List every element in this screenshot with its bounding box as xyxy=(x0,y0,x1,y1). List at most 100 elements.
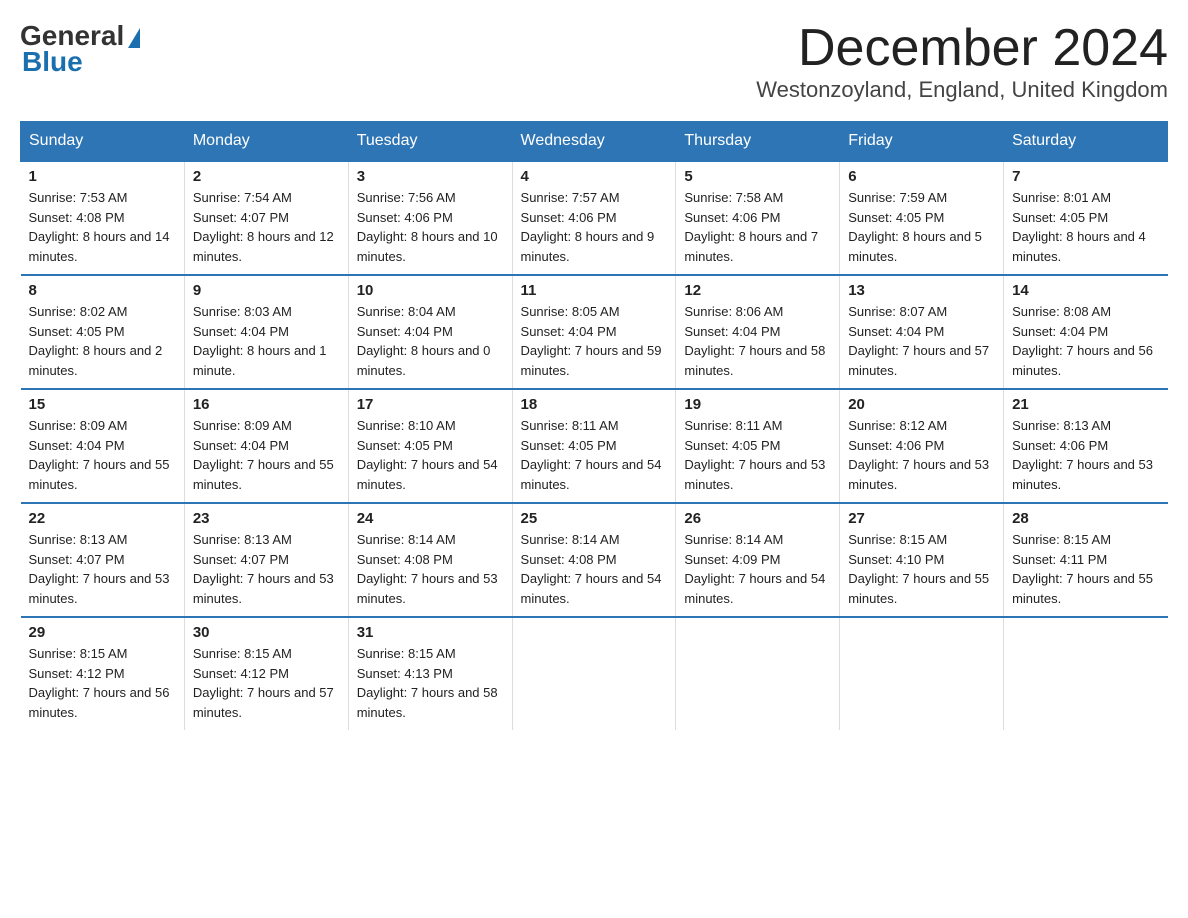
logo-blue-text: Blue xyxy=(22,46,83,78)
logo-triangle-icon xyxy=(128,28,140,48)
calendar-cell: 27 Sunrise: 8:15 AM Sunset: 4:10 PM Dayl… xyxy=(840,503,1004,617)
day-info: Sunrise: 8:15 AM Sunset: 4:12 PM Dayligh… xyxy=(193,644,340,722)
calendar-cell: 25 Sunrise: 8:14 AM Sunset: 4:08 PM Dayl… xyxy=(512,503,676,617)
calendar-cell: 30 Sunrise: 8:15 AM Sunset: 4:12 PM Dayl… xyxy=(184,617,348,730)
calendar-week-row-1: 1 Sunrise: 7:53 AM Sunset: 4:08 PM Dayli… xyxy=(21,161,1168,275)
calendar-cell: 2 Sunrise: 7:54 AM Sunset: 4:07 PM Dayli… xyxy=(184,161,348,275)
day-number: 19 xyxy=(684,396,831,413)
day-number: 17 xyxy=(357,396,504,413)
day-number: 23 xyxy=(193,510,340,527)
day-number: 25 xyxy=(521,510,668,527)
day-info: Sunrise: 7:56 AM Sunset: 4:06 PM Dayligh… xyxy=(357,188,504,266)
calendar-cell xyxy=(512,617,676,730)
day-info: Sunrise: 8:13 AM Sunset: 4:07 PM Dayligh… xyxy=(193,530,340,608)
day-number: 14 xyxy=(1012,282,1159,299)
day-number: 1 xyxy=(29,168,176,185)
calendar-cell: 17 Sunrise: 8:10 AM Sunset: 4:05 PM Dayl… xyxy=(348,389,512,503)
day-info: Sunrise: 8:09 AM Sunset: 4:04 PM Dayligh… xyxy=(29,416,176,494)
logo: General Blue xyxy=(20,20,140,78)
calendar-cell: 7 Sunrise: 8:01 AM Sunset: 4:05 PM Dayli… xyxy=(1004,161,1168,275)
calendar-cell: 12 Sunrise: 8:06 AM Sunset: 4:04 PM Dayl… xyxy=(676,275,840,389)
calendar-cell: 9 Sunrise: 8:03 AM Sunset: 4:04 PM Dayli… xyxy=(184,275,348,389)
col-tuesday: Tuesday xyxy=(348,122,512,162)
calendar-cell xyxy=(676,617,840,730)
day-number: 20 xyxy=(848,396,995,413)
calendar-cell: 26 Sunrise: 8:14 AM Sunset: 4:09 PM Dayl… xyxy=(676,503,840,617)
day-info: Sunrise: 8:04 AM Sunset: 4:04 PM Dayligh… xyxy=(357,302,504,380)
calendar-cell: 15 Sunrise: 8:09 AM Sunset: 4:04 PM Dayl… xyxy=(21,389,185,503)
day-number: 6 xyxy=(848,168,995,185)
col-sunday: Sunday xyxy=(21,122,185,162)
day-number: 10 xyxy=(357,282,504,299)
day-info: Sunrise: 8:14 AM Sunset: 4:09 PM Dayligh… xyxy=(684,530,831,608)
day-number: 22 xyxy=(29,510,176,527)
location-subtitle: Westonzoyland, England, United Kingdom xyxy=(756,77,1168,103)
calendar-cell: 16 Sunrise: 8:09 AM Sunset: 4:04 PM Dayl… xyxy=(184,389,348,503)
col-monday: Monday xyxy=(184,122,348,162)
day-number: 21 xyxy=(1012,396,1159,413)
day-info: Sunrise: 8:15 AM Sunset: 4:10 PM Dayligh… xyxy=(848,530,995,608)
day-info: Sunrise: 8:15 AM Sunset: 4:12 PM Dayligh… xyxy=(29,644,176,722)
calendar-cell: 3 Sunrise: 7:56 AM Sunset: 4:06 PM Dayli… xyxy=(348,161,512,275)
col-wednesday: Wednesday xyxy=(512,122,676,162)
day-info: Sunrise: 8:12 AM Sunset: 4:06 PM Dayligh… xyxy=(848,416,995,494)
day-info: Sunrise: 8:14 AM Sunset: 4:08 PM Dayligh… xyxy=(521,530,668,608)
calendar-cell: 22 Sunrise: 8:13 AM Sunset: 4:07 PM Dayl… xyxy=(21,503,185,617)
day-number: 2 xyxy=(193,168,340,185)
title-area: December 2024 Westonzoyland, England, Un… xyxy=(756,20,1168,103)
day-number: 3 xyxy=(357,168,504,185)
day-number: 9 xyxy=(193,282,340,299)
day-info: Sunrise: 7:59 AM Sunset: 4:05 PM Dayligh… xyxy=(848,188,995,266)
day-number: 11 xyxy=(521,282,668,299)
calendar-cell xyxy=(840,617,1004,730)
calendar-week-row-4: 22 Sunrise: 8:13 AM Sunset: 4:07 PM Dayl… xyxy=(21,503,1168,617)
day-number: 13 xyxy=(848,282,995,299)
day-info: Sunrise: 8:06 AM Sunset: 4:04 PM Dayligh… xyxy=(684,302,831,380)
calendar-cell: 23 Sunrise: 8:13 AM Sunset: 4:07 PM Dayl… xyxy=(184,503,348,617)
day-number: 7 xyxy=(1012,168,1159,185)
calendar-week-row-5: 29 Sunrise: 8:15 AM Sunset: 4:12 PM Dayl… xyxy=(21,617,1168,730)
calendar-cell: 24 Sunrise: 8:14 AM Sunset: 4:08 PM Dayl… xyxy=(348,503,512,617)
day-info: Sunrise: 8:09 AM Sunset: 4:04 PM Dayligh… xyxy=(193,416,340,494)
day-info: Sunrise: 7:53 AM Sunset: 4:08 PM Dayligh… xyxy=(29,188,176,266)
day-number: 16 xyxy=(193,396,340,413)
day-info: Sunrise: 8:14 AM Sunset: 4:08 PM Dayligh… xyxy=(357,530,504,608)
day-info: Sunrise: 8:13 AM Sunset: 4:07 PM Dayligh… xyxy=(29,530,176,608)
day-info: Sunrise: 8:10 AM Sunset: 4:05 PM Dayligh… xyxy=(357,416,504,494)
calendar-cell: 5 Sunrise: 7:58 AM Sunset: 4:06 PM Dayli… xyxy=(676,161,840,275)
day-info: Sunrise: 7:58 AM Sunset: 4:06 PM Dayligh… xyxy=(684,188,831,266)
calendar-cell: 31 Sunrise: 8:15 AM Sunset: 4:13 PM Dayl… xyxy=(348,617,512,730)
calendar-cell: 1 Sunrise: 7:53 AM Sunset: 4:08 PM Dayli… xyxy=(21,161,185,275)
day-number: 15 xyxy=(29,396,176,413)
calendar-cell: 14 Sunrise: 8:08 AM Sunset: 4:04 PM Dayl… xyxy=(1004,275,1168,389)
day-number: 18 xyxy=(521,396,668,413)
calendar-cell xyxy=(1004,617,1168,730)
day-number: 24 xyxy=(357,510,504,527)
calendar-cell: 4 Sunrise: 7:57 AM Sunset: 4:06 PM Dayli… xyxy=(512,161,676,275)
calendar-cell: 29 Sunrise: 8:15 AM Sunset: 4:12 PM Dayl… xyxy=(21,617,185,730)
day-number: 12 xyxy=(684,282,831,299)
col-thursday: Thursday xyxy=(676,122,840,162)
day-number: 5 xyxy=(684,168,831,185)
day-number: 28 xyxy=(1012,510,1159,527)
day-info: Sunrise: 7:54 AM Sunset: 4:07 PM Dayligh… xyxy=(193,188,340,266)
day-info: Sunrise: 8:11 AM Sunset: 4:05 PM Dayligh… xyxy=(684,416,831,494)
col-saturday: Saturday xyxy=(1004,122,1168,162)
calendar-cell: 20 Sunrise: 8:12 AM Sunset: 4:06 PM Dayl… xyxy=(840,389,1004,503)
calendar-cell: 11 Sunrise: 8:05 AM Sunset: 4:04 PM Dayl… xyxy=(512,275,676,389)
day-info: Sunrise: 8:02 AM Sunset: 4:05 PM Dayligh… xyxy=(29,302,176,380)
calendar-week-row-3: 15 Sunrise: 8:09 AM Sunset: 4:04 PM Dayl… xyxy=(21,389,1168,503)
calendar-cell: 28 Sunrise: 8:15 AM Sunset: 4:11 PM Dayl… xyxy=(1004,503,1168,617)
day-info: Sunrise: 8:15 AM Sunset: 4:13 PM Dayligh… xyxy=(357,644,504,722)
calendar-cell: 13 Sunrise: 8:07 AM Sunset: 4:04 PM Dayl… xyxy=(840,275,1004,389)
page-header: General Blue December 2024 Westonzoyland… xyxy=(20,20,1168,103)
day-info: Sunrise: 8:08 AM Sunset: 4:04 PM Dayligh… xyxy=(1012,302,1159,380)
month-title: December 2024 xyxy=(756,20,1168,77)
day-number: 4 xyxy=(521,168,668,185)
day-info: Sunrise: 8:11 AM Sunset: 4:05 PM Dayligh… xyxy=(521,416,668,494)
day-info: Sunrise: 8:15 AM Sunset: 4:11 PM Dayligh… xyxy=(1012,530,1159,608)
day-number: 8 xyxy=(29,282,176,299)
day-number: 30 xyxy=(193,624,340,641)
day-info: Sunrise: 7:57 AM Sunset: 4:06 PM Dayligh… xyxy=(521,188,668,266)
day-info: Sunrise: 8:13 AM Sunset: 4:06 PM Dayligh… xyxy=(1012,416,1159,494)
